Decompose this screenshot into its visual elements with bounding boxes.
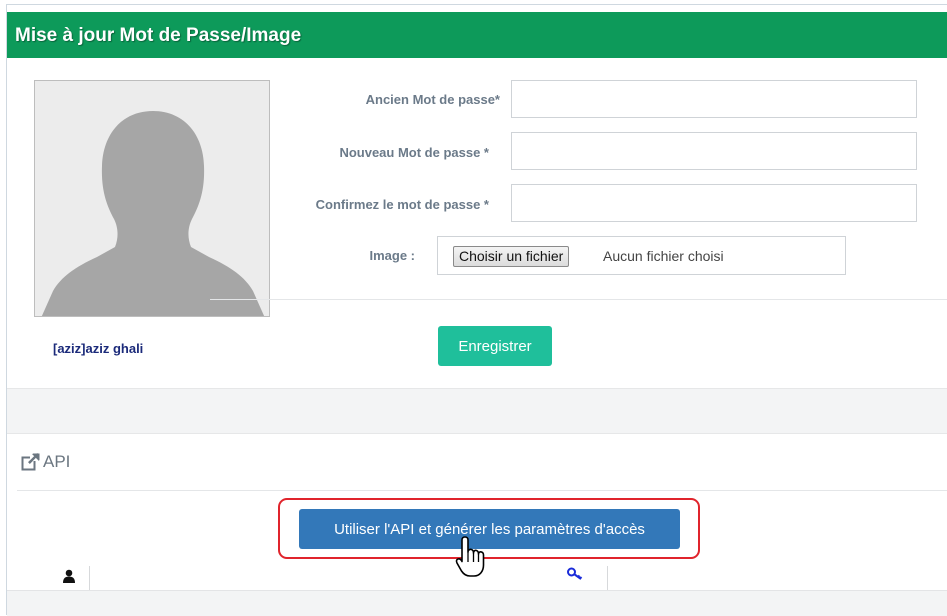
api-divider: [17, 490, 947, 491]
image-file-input[interactable]: Choisir un fichier Aucun fichier choisi: [437, 236, 846, 275]
user-name: [aziz]aziz ghali: [53, 341, 144, 356]
choose-file-button[interactable]: Choisir un fichier: [453, 246, 570, 267]
save-button[interactable]: Enregistrer: [438, 326, 552, 366]
form-divider: [210, 299, 947, 300]
section-separator: [7, 388, 947, 434]
avatar-silhouette-icon: [35, 81, 269, 316]
highlight-box: [278, 498, 700, 559]
key-icon: [567, 567, 583, 580]
panel-title: Mise à jour Mot de Passe/Image: [15, 25, 302, 46]
hand-cursor-icon: [455, 536, 485, 577]
image-label: Image :: [369, 248, 415, 263]
confirm-password-input[interactable]: [511, 184, 917, 222]
confirm-password-label: Confirmez le mot de passe *: [315, 197, 489, 212]
column-separator: [89, 566, 90, 590]
user-icon: [63, 569, 75, 583]
api-section-title: API: [43, 452, 71, 471]
external-link-icon: [21, 453, 40, 471]
column-separator: [607, 566, 608, 590]
panel-header: Mise à jour Mot de Passe/Image: [7, 12, 947, 58]
old-password-input[interactable]: [511, 80, 917, 118]
new-password-input[interactable]: [511, 132, 917, 170]
old-password-label: Ancien Mot de passe*: [365, 92, 500, 107]
avatar: [34, 80, 270, 317]
api-section-header: API: [21, 452, 70, 472]
file-status: Aucun fichier choisi: [603, 248, 724, 264]
new-password-label: Nouveau Mot de passe *: [339, 145, 489, 160]
table-body: [7, 590, 947, 616]
